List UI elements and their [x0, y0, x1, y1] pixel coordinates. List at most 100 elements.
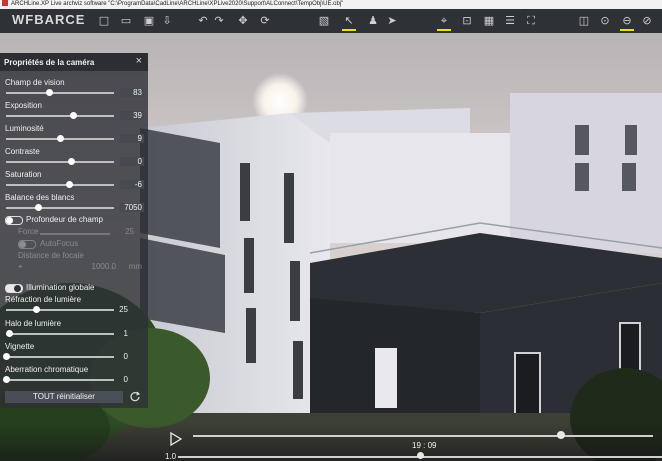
- prop-label: Saturation: [5, 170, 42, 179]
- svg-text:◫: ◫: [579, 14, 589, 27]
- camera-properties-panel: Propriétés de la caméra × Champ de visio…: [0, 53, 148, 408]
- slider-track[interactable]: [6, 184, 114, 186]
- svg-text:⊙: ⊙: [600, 14, 609, 27]
- halo-slider-track[interactable]: [6, 333, 114, 335]
- svg-text:⇩: ⇩: [162, 14, 171, 27]
- force-slider-track[interactable]: [40, 233, 110, 235]
- window-title: ARCHLine.XP Live archviz software "C:\Pr…: [11, 1, 344, 7]
- svg-text:↶: ↶: [198, 14, 207, 27]
- refraction-label: Réfraction de lumière: [5, 295, 82, 304]
- reset-icon[interactable]: [129, 391, 141, 403]
- focal-label: Distance de focale: [18, 251, 84, 260]
- focal-unit: mm: [128, 262, 142, 271]
- select-icon[interactable]: ↖: [342, 13, 356, 31]
- pin-icon[interactable]: ⌖: [437, 13, 451, 31]
- refraction-slider-track[interactable]: [6, 309, 114, 311]
- fly-icon[interactable]: ➤: [385, 13, 399, 27]
- force-value: 25: [125, 227, 134, 236]
- svg-text:⊘: ⊘: [642, 14, 651, 27]
- paint-icon[interactable]: ⊘: [640, 13, 654, 27]
- focal-value[interactable]: 1000.0: [92, 262, 116, 271]
- dof-label: Profondeur de champ: [26, 215, 103, 224]
- svg-text:⌖: ⌖: [441, 14, 447, 27]
- grid-icon[interactable]: ▦: [482, 13, 496, 27]
- open-icon[interactable]: ▭: [119, 13, 133, 27]
- refraction-slider-thumb[interactable]: [33, 306, 41, 313]
- slider-thumb[interactable]: [67, 158, 75, 165]
- slider-track[interactable]: [6, 207, 114, 209]
- reset-all-button[interactable]: TOUT réinitialiser: [5, 391, 123, 403]
- prop-label: Balance des blancs: [5, 193, 75, 202]
- halo-slider-thumb[interactable]: [6, 330, 14, 337]
- screenshot-icon[interactable]: ⊡: [460, 13, 474, 27]
- svg-text:⟳: ⟳: [260, 14, 269, 27]
- play-icon[interactable]: [170, 432, 182, 446]
- objects-icon[interactable]: ◫: [577, 13, 591, 27]
- sun-icon[interactable]: ⊖: [620, 13, 634, 31]
- redo-icon[interactable]: ↷: [212, 13, 226, 27]
- value-field[interactable]: 0: [120, 157, 144, 166]
- speed-slider-thumb[interactable]: [417, 452, 424, 459]
- svg-text:☰: ☰: [505, 14, 515, 27]
- save-icon[interactable]: ▣: [142, 13, 156, 27]
- slider-track[interactable]: [6, 115, 114, 117]
- app-logo: WFBARCE: [12, 12, 86, 27]
- prop-label: Champ de vision: [5, 78, 65, 87]
- layers-icon[interactable]: ☰: [503, 13, 517, 27]
- prop-label: Contraste: [5, 147, 40, 156]
- slider-thumb[interactable]: [57, 135, 64, 142]
- gi-toggle[interactable]: [5, 284, 23, 293]
- time-label: 19 : 09: [412, 441, 437, 450]
- window-title-bar: ARCHLine.XP Live archviz software "C:\Pr…: [0, 0, 662, 9]
- vignette-slider-thumb[interactable]: [3, 353, 10, 360]
- panel-title: Propriétés de la caméra: [4, 58, 95, 67]
- slider-track[interactable]: [6, 92, 114, 94]
- rotate-icon[interactable]: ⟳: [258, 13, 272, 27]
- crosshair-icon[interactable]: ⌖: [18, 262, 23, 272]
- slider-thumb[interactable]: [35, 204, 43, 211]
- undo-icon[interactable]: ↶: [196, 13, 210, 27]
- chromatic-slider-thumb[interactable]: [3, 376, 10, 383]
- chromatic-value: 0: [123, 375, 128, 384]
- svg-text:♟: ♟: [368, 14, 378, 27]
- export-icon[interactable]: ⇩: [160, 13, 174, 27]
- force-label: Force: [18, 227, 39, 236]
- move-icon[interactable]: ✥: [236, 13, 250, 27]
- new-icon[interactable]: □: [97, 13, 111, 27]
- walk-icon[interactable]: ♟: [366, 13, 380, 27]
- time-slider-thumb[interactable]: [557, 431, 565, 439]
- svg-text:▣: ▣: [144, 14, 154, 27]
- prop-label: Exposition: [5, 101, 42, 110]
- camera-icon[interactable]: ⊙: [598, 13, 612, 27]
- value-field[interactable]: 83: [120, 88, 144, 97]
- slider-thumb[interactable]: [46, 89, 54, 96]
- autofocus-toggle[interactable]: [18, 240, 36, 249]
- gi-label: Illumination globale: [26, 283, 95, 292]
- halo-label: Halo de lumière: [5, 319, 62, 328]
- slider-track[interactable]: [6, 161, 114, 163]
- autofocus-label: AutoFocus: [40, 239, 79, 248]
- svg-text:⊖: ⊖: [622, 14, 631, 27]
- panel-header: Propriétés de la caméra ×: [0, 53, 148, 71]
- value-field[interactable]: 39: [120, 111, 144, 120]
- value-field[interactable]: 9: [120, 134, 144, 143]
- svg-text:↖: ↖: [344, 14, 353, 27]
- refraction-value: 25: [119, 305, 128, 314]
- svg-text:□: □: [99, 14, 109, 27]
- prop-label: Luminosité: [5, 124, 44, 133]
- time-slider-track[interactable]: [193, 435, 653, 437]
- slider-thumb[interactable]: [69, 112, 77, 119]
- svg-text:⛶: ⛶: [527, 14, 535, 27]
- value-field[interactable]: 7050: [120, 203, 144, 212]
- svg-text:⊡: ⊡: [462, 14, 471, 27]
- main-toolbar: WFBARCE □ ▭ ▣ ⇩ ↶ ↷ ✥ ⟳ ▧ ↖ ♟ ➤ ⌖ ⊡ ▦ ☰ ⛶ ◫ ⊙ ⊖ ⊘: [0, 9, 662, 33]
- materials-icon[interactable]: ⛶: [524, 13, 538, 27]
- chromatic-slider-track[interactable]: [6, 379, 114, 381]
- svg-text:➤: ➤: [387, 14, 396, 27]
- value-field[interactable]: -6: [120, 180, 144, 189]
- scale-icon[interactable]: ▧: [317, 13, 331, 27]
- vignette-slider-track[interactable]: [6, 356, 114, 358]
- dof-toggle[interactable]: [5, 216, 23, 225]
- close-icon[interactable]: ×: [136, 55, 142, 67]
- slider-thumb[interactable]: [65, 181, 73, 188]
